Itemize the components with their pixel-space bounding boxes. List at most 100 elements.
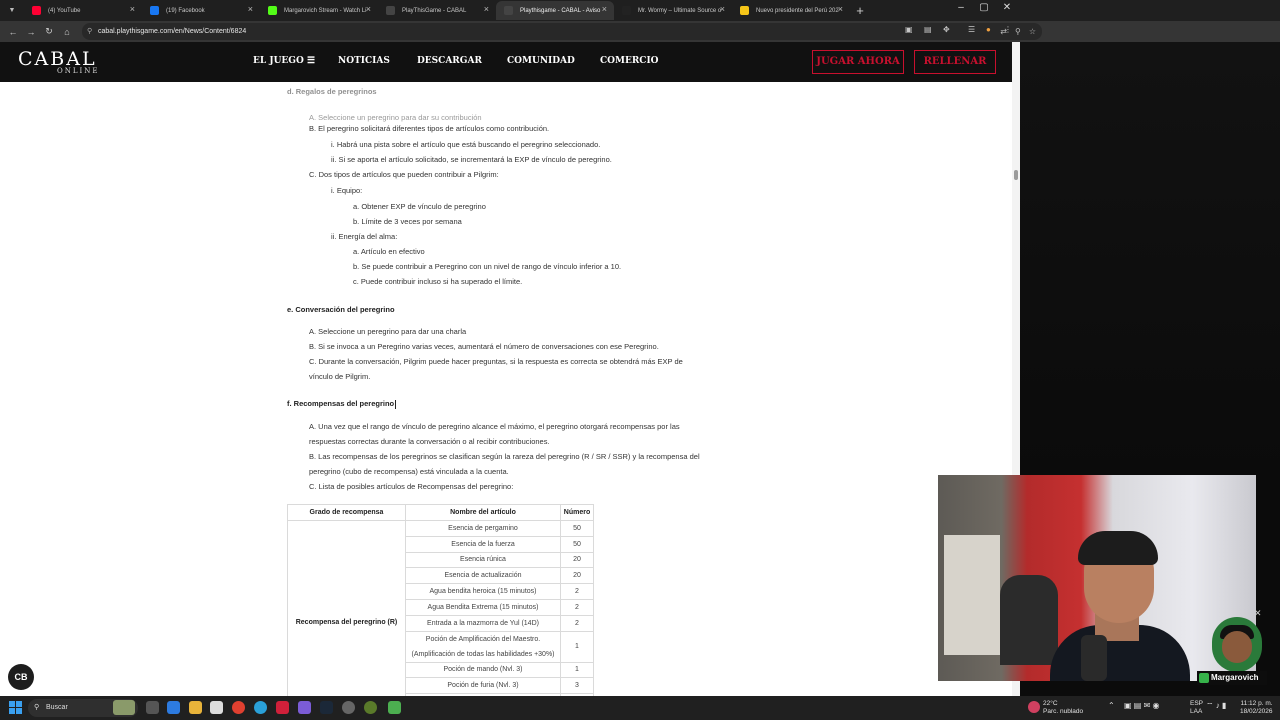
browser-tab[interactable]: Mr. Wormy – Ultimate Source o × <box>614 1 732 20</box>
tab-title: (19) Facebook <box>166 7 205 14</box>
bookmark-star-icon[interactable]: ☆ <box>1029 23 1036 40</box>
puzzle-icon[interactable]: ✥ <box>943 25 950 34</box>
header-item: Nombre del artículo <box>405 504 561 521</box>
browser-tab[interactable]: Margarovich Stream - Watch Li × <box>260 1 378 20</box>
store-icon[interactable] <box>210 701 223 714</box>
network-volume-icons[interactable]: ⌔ ♪ ▮ <box>1206 702 1226 710</box>
item-cell: Poción de mando (Nvl. 3) <box>405 661 561 679</box>
new-tab-icon[interactable]: + <box>850 3 870 18</box>
streamer-avatar <box>1212 617 1262 672</box>
nav-el-juego[interactable]: EL JUEGO ☰ <box>253 56 315 66</box>
chat-button[interactable]: CB <box>8 664 34 690</box>
tab-close-icon[interactable]: × <box>602 4 607 14</box>
widgets-icon[interactable] <box>113 700 135 715</box>
file-explorer-icon[interactable] <box>189 701 202 714</box>
streamer-hair <box>1078 531 1158 565</box>
home-icon[interactable]: ⌂ <box>58 27 76 37</box>
extension-icon[interactable]: ▣ <box>905 25 913 34</box>
whatsapp-icon[interactable] <box>388 701 401 714</box>
close-window-icon[interactable]: ✕ <box>996 2 1018 13</box>
tray-icons[interactable]: ▣ ▤ ✉ ◉ <box>1124 702 1159 710</box>
start-tile <box>9 708 15 714</box>
nav-comercio[interactable]: COMERCIO <box>600 56 659 66</box>
tab-close-icon[interactable]: × <box>248 4 253 14</box>
profile-avatar-icon[interactable]: ● <box>986 25 991 34</box>
app-icon[interactable] <box>276 701 289 714</box>
obs-icon[interactable] <box>342 701 355 714</box>
browser-tab[interactable]: Nuevo presidente del Perú 202 × <box>732 1 850 20</box>
scroll-thumb[interactable] <box>1014 170 1018 180</box>
weather-text[interactable]: 22°C Parc. nublado <box>1043 700 1083 716</box>
game-icon[interactable] <box>364 701 377 714</box>
list-item: B. El peregrino solicitará diferentes ti… <box>309 124 550 133</box>
windows-taskbar: ⚲ Buscar 22°C Parc. nublado ⌃ ▣ ▤ ✉ ◉ ESP L… <box>0 696 1280 720</box>
table-body: Recompensa del peregrino (R) Esencia de p… <box>287 520 594 696</box>
tab-search-icon[interactable]: ▼ <box>0 0 24 21</box>
list-item: B. Si se invoca a un Peregrino varias ve… <box>309 342 659 351</box>
qty-cell: 1 <box>560 661 594 679</box>
qty-cell: 3 <box>560 677 594 695</box>
forward-icon[interactable]: → <box>22 27 40 37</box>
browser-tab[interactable]: (19) Facebook × <box>142 1 260 20</box>
maximize-icon[interactable]: ▢ <box>973 2 995 13</box>
list-item: A. Una vez que el rango de vínculo de pe… <box>309 422 680 431</box>
tab-close-icon[interactable]: × <box>130 4 135 14</box>
web-page: d. Regalos de peregrinos A. Seleccione u… <box>0 42 1012 696</box>
tab-favicon-icon <box>32 6 41 15</box>
list-item: c. Puede contribuir incluso si ha supera… <box>353 277 523 286</box>
recharge-button[interactable]: RELLENAR <box>914 50 996 74</box>
task-view-icon[interactable] <box>146 701 159 714</box>
header-qty: Número <box>560 504 594 521</box>
browser-tab[interactable]: PlayThisGame - CABAL × <box>378 1 496 20</box>
list-item: i. Equipo: <box>331 186 363 195</box>
tab-list: (4) YouTube × (19) Facebook × Margarovich St… <box>24 1 850 20</box>
tab-close-icon[interactable]: × <box>366 4 371 14</box>
url-text: cabal.playthisgame.com/en/News/Content/6… <box>98 28 247 35</box>
tab-close-icon[interactable]: × <box>484 4 489 14</box>
menu-kebab-icon[interactable]: ⋮ <box>1004 25 1012 34</box>
qty-cell: 20 <box>560 567 594 585</box>
address-bar[interactable]: ⚲ cabal.playthisgame.com/en/News/Content… <box>82 23 1042 40</box>
tab-favicon-icon <box>268 6 277 15</box>
browser-tab[interactable]: Playthisgame - CABAL - Aviso × <box>496 1 614 20</box>
list-item: ii. Si se aporta el artículo solicitado,… <box>331 155 612 164</box>
reload-icon[interactable]: ↻ <box>40 26 58 37</box>
tab-title: (4) YouTube <box>48 7 81 14</box>
cut-line: A. Seleccione un peregrino para dar su c… <box>309 113 482 122</box>
nav-noticias[interactable]: NOTICIAS <box>338 56 390 66</box>
language-indicator[interactable]: ESP LAA <box>1190 700 1203 716</box>
edge-icon[interactable] <box>254 701 267 714</box>
overlay-close-icon[interactable]: ✕ <box>1254 608 1262 619</box>
nav-comunidad[interactable]: COMUNIDAD <box>507 56 575 66</box>
tab-title: Playthisgame - CABAL - Aviso <box>520 7 601 14</box>
list-item: A. Seleccione un peregrino para dar una … <box>309 327 467 336</box>
chrome-icon[interactable] <box>232 701 245 714</box>
steam-icon[interactable] <box>320 701 333 714</box>
zoom-icon[interactable]: ⚲ <box>1015 23 1021 40</box>
table-row: Recompensa del peregrino (R) Esencia de p… <box>287 520 594 696</box>
text-cursor <box>395 399 397 409</box>
copilot-icon[interactable] <box>167 701 180 714</box>
tray-chevron-icon[interactable]: ⌃ <box>1108 702 1115 710</box>
site-info-icon[interactable]: ⚲ <box>87 23 92 40</box>
tab-close-icon[interactable]: × <box>720 4 725 14</box>
play-now-button[interactable]: JUGAR AHORA <box>812 50 904 74</box>
weather-icon[interactable] <box>1028 701 1040 713</box>
nav-descargar[interactable]: DESCARGAR <box>417 56 482 66</box>
clock[interactable]: 11:12 p. m. 18/02/2026 <box>1240 700 1273 716</box>
back-icon[interactable]: ← <box>4 27 22 37</box>
screenshot-icon[interactable]: ▤ <box>924 25 932 34</box>
list-item: C. Dos tipos de artículos que pueden con… <box>309 170 499 179</box>
item-cell: Agua bendita heroica (15 minutos) <box>405 583 561 600</box>
tab-favicon-icon <box>386 6 395 15</box>
desktop-background <box>1020 42 1280 475</box>
sidebar-icon[interactable]: ☰ <box>968 25 975 34</box>
discord-icon[interactable] <box>298 701 311 714</box>
article-content: d. Regalos de peregrinos A. Seleccione u… <box>0 82 1012 696</box>
minimize-icon[interactable]: – <box>950 2 972 13</box>
item-name: Poción de Amplificación del Maestro. <box>425 635 541 643</box>
windows-start-icon[interactable] <box>9 701 22 714</box>
tab-close-icon[interactable]: × <box>838 4 843 14</box>
tab-favicon-icon <box>150 6 159 15</box>
browser-tab[interactable]: (4) YouTube × <box>24 1 142 20</box>
